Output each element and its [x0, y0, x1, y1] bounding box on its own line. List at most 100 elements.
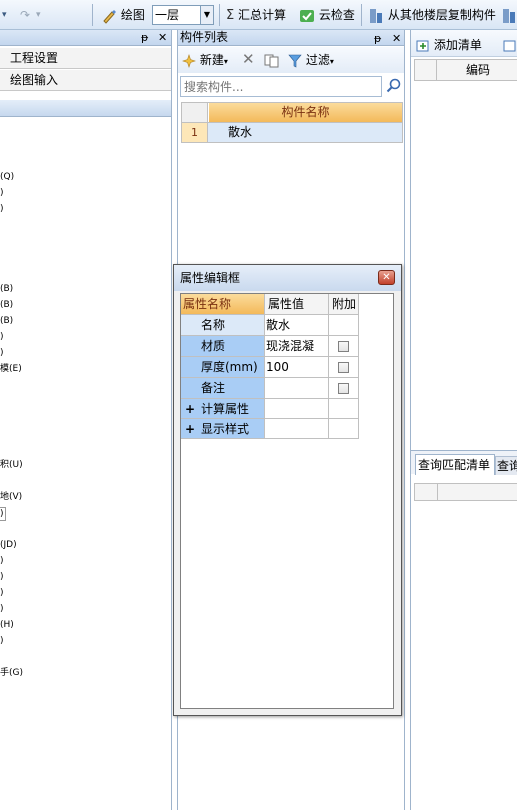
query-table-header: [414, 483, 517, 501]
group-calc-extra: [329, 399, 359, 419]
property-thickness-extra: [329, 357, 359, 378]
group-display-style[interactable]: + 显示样式: [181, 419, 265, 439]
delete-icon[interactable]: ✕: [242, 49, 255, 69]
search-icon[interactable]: [386, 78, 402, 97]
menu-project-settings[interactable]: 工程设置: [0, 48, 171, 69]
dropdown-arrow-icon[interactable]: ▾: [2, 5, 7, 25]
tree-item[interactable]: ): [0, 203, 4, 215]
list-table-header: 编码: [414, 59, 517, 81]
cloud-check-button[interactable]: 云检查: [299, 5, 355, 25]
tree-item[interactable]: 手(G): [0, 667, 23, 679]
toolbar-overflow-icon[interactable]: [502, 5, 516, 25]
redo-dropdown-icon[interactable]: ▾: [36, 5, 41, 25]
tree-item[interactable]: (JD): [0, 539, 17, 551]
tree-item[interactable]: ): [0, 555, 4, 567]
component-search-input[interactable]: [180, 76, 382, 97]
add-quota-icon[interactable]: [503, 35, 517, 55]
extra-checkbox[interactable]: [338, 383, 349, 394]
property-material-label: 材质: [181, 336, 265, 357]
tree-item[interactable]: 模(E): [0, 363, 22, 375]
tree-header: [0, 100, 171, 117]
property-thickness-value[interactable]: 100: [265, 357, 329, 378]
property-name-value[interactable]: 散水: [265, 315, 329, 336]
component-table-header: 构件名称: [181, 102, 403, 123]
group-calc-value: [265, 399, 329, 419]
header-property-name[interactable]: 属性名称: [181, 294, 265, 315]
list-panel: 添加清单 编码 查询匹配清单 查询: [410, 30, 517, 810]
table-row[interactable]: 1 散水: [181, 123, 403, 143]
new-star-icon: [182, 53, 196, 68]
tree-item[interactable]: 地(V): [0, 491, 22, 503]
row-component-name: 散水: [228, 125, 253, 139]
copy-icon[interactable]: [264, 50, 280, 70]
filter-button[interactable]: 过滤▾: [288, 50, 334, 70]
row-index: 1: [182, 123, 208, 142]
cloud-check-icon: [300, 9, 314, 22]
group-display-value: [265, 419, 329, 439]
add-list-icon: [416, 40, 429, 51]
tree-item[interactable]: (B): [0, 299, 13, 311]
sum-calc-button[interactable]: Σ 汇总计算: [226, 5, 286, 25]
close-icon[interactable]: ✕: [158, 31, 167, 44]
property-thickness-label: 厚度(mm): [181, 357, 265, 378]
left-nav-panel: ᵽ ✕ 工程设置 绘图输入 (Q) ) ) (B) (B) (B) ) ) 模(…: [0, 30, 172, 810]
column-header-name[interactable]: 构件名称: [209, 103, 402, 122]
menu-drawing-input[interactable]: 绘图输入: [0, 70, 171, 91]
copy-floor-icon: [370, 8, 382, 23]
tab-query[interactable]: 查询: [495, 456, 517, 475]
tree-item[interactable]: ): [0, 331, 4, 343]
property-remark-extra: [329, 378, 359, 399]
tree-item[interactable]: (Q): [0, 171, 14, 183]
expand-plus-icon[interactable]: +: [185, 399, 195, 419]
dialog-title-bar[interactable]: 属性编辑框 ✕: [174, 265, 401, 291]
tree-item[interactable]: (B): [0, 283, 13, 295]
tree-item[interactable]: ): [0, 603, 4, 615]
property-name-label: 名称: [181, 315, 265, 336]
draw-button[interactable]: 绘图: [101, 5, 145, 25]
header-property-value[interactable]: 属性值: [265, 294, 329, 315]
tab-query-match-list[interactable]: 查询匹配清单: [415, 454, 495, 475]
new-button[interactable]: 新建▾: [182, 50, 228, 70]
component-toolbar: 新建▾ ✕ 过滤▾: [178, 47, 404, 73]
query-tab-bar: 查询匹配清单 查询: [411, 450, 517, 475]
property-remark-value[interactable]: [265, 378, 329, 399]
extra-checkbox[interactable]: [338, 362, 349, 373]
group-calc-properties[interactable]: + 计算属性: [181, 399, 265, 419]
property-material-extra: [329, 336, 359, 357]
tree-item[interactable]: ): [0, 635, 4, 647]
list-toolbar: 添加清单: [411, 30, 517, 57]
property-remark-label: 备注: [181, 378, 265, 399]
sigma-icon: Σ: [226, 8, 235, 23]
chevron-down-icon: ▾: [329, 57, 334, 66]
property-editor-dialog: 属性编辑框 ✕ 属性名称 属性值 附加 名称 散水 材质 现浇混凝 厚度(mm)…: [173, 264, 402, 716]
property-material-value[interactable]: 现浇混凝: [265, 336, 329, 357]
pin-icon[interactable]: ᵽ: [141, 31, 148, 44]
tree-item[interactable]: ): [0, 587, 4, 599]
extra-checkbox[interactable]: [338, 341, 349, 352]
tree-item[interactable]: 积(U): [0, 459, 23, 471]
main-toolbar: ▾ ↷ ▾ 绘图 一层 ▼ Σ 汇总计算 云检查 从其他楼层复制构件: [0, 0, 517, 30]
property-name-extra: [329, 315, 359, 336]
pin-icon[interactable]: ᵽ: [374, 31, 381, 46]
property-grid: 属性名称 属性值 附加 名称 散水 材质 现浇混凝 厚度(mm) 100 备注 …: [180, 293, 394, 709]
tree-item[interactable]: (H): [0, 619, 14, 631]
close-dialog-button[interactable]: ✕: [378, 270, 395, 285]
close-icon[interactable]: ✕: [392, 31, 401, 46]
filter-icon: [288, 54, 302, 67]
tree-item[interactable]: ): [0, 507, 6, 521]
redo-icon[interactable]: ↷: [20, 5, 30, 25]
column-header-code[interactable]: 编码: [437, 60, 517, 80]
tree-item[interactable]: (B): [0, 315, 13, 327]
expand-plus-icon[interactable]: +: [185, 419, 195, 439]
copy-from-floor-button[interactable]: 从其他楼层复制构件: [368, 5, 496, 25]
header-property-extra[interactable]: 附加: [329, 294, 359, 315]
tree-item[interactable]: ): [0, 347, 4, 359]
floor-select[interactable]: 一层 ▼: [152, 5, 214, 25]
chevron-down-icon[interactable]: ▼: [200, 6, 213, 24]
pencil-icon: [103, 9, 116, 24]
group-display-extra: [329, 419, 359, 439]
tree-item[interactable]: ): [0, 187, 4, 199]
add-list-button[interactable]: 添加清单: [416, 35, 482, 55]
tree-item[interactable]: ): [0, 571, 4, 583]
toolbar-separator: [92, 4, 93, 26]
